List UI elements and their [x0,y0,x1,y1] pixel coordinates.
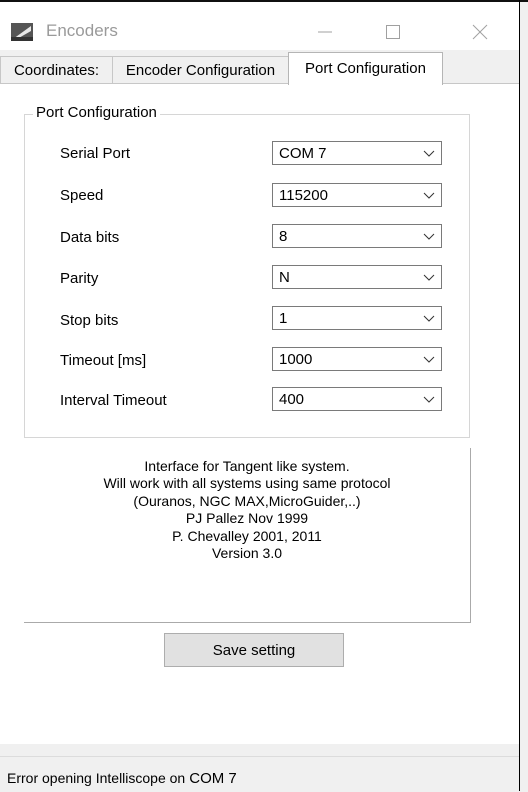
group-title: Port Configuration [33,104,160,121]
info-line: Will work with all systems using same pr… [103,475,391,491]
speed-value: 115200 [279,187,328,204]
tab-coordinates[interactable]: Coordinates: [0,56,113,84]
stop-bits-select[interactable]: 1 [272,306,442,330]
tab-label: Coordinates: [13,62,100,79]
data-bits-value: 8 [279,228,288,245]
parity-label: Parity [60,270,99,287]
status-port: COM 7 [189,770,237,787]
data-bits-select[interactable]: 8 [272,224,442,248]
info-line: Interface for Tangent like system. [144,458,350,474]
chevron-down-icon [423,396,435,403]
parity-select[interactable]: N [272,265,442,289]
title-bar[interactable]: Encoders [0,2,519,50]
interval-timeout-value: 400 [279,391,305,408]
interval-timeout-select[interactable]: 400 [272,387,442,411]
close-button[interactable] [457,12,503,52]
stop-bits-label: Stop bits [60,312,119,329]
chevron-down-icon [423,274,435,281]
serial-port-value: COM 7 [279,145,327,162]
parity-value: N [279,269,290,286]
chevron-down-icon [423,315,435,322]
tab-label: Port Configuration [305,60,426,77]
serial-port-label: Serial Port [60,145,131,162]
tab-encoder-configuration[interactable]: Encoder Configuration [112,56,289,84]
tab-port-configuration[interactable]: Port Configuration [288,52,443,85]
window-title: Encoders [46,21,118,40]
serial-port-select[interactable]: COM 7 [272,141,442,165]
minimize-button[interactable] [302,12,348,52]
maximize-icon [386,25,400,39]
tab-label: Encoder Configuration [125,62,276,79]
close-icon [472,24,488,40]
info-line: P. Chevalley 2001, 2011 [172,528,322,544]
speed-select[interactable]: 115200 [272,183,442,207]
speed-label: Speed [60,187,104,204]
maximize-button[interactable] [370,12,416,52]
chevron-down-icon [423,150,435,157]
minimize-icon [318,31,332,33]
status-message: Error opening Intelliscope on COM 7 [7,770,237,787]
window-right-border [519,0,520,791]
info-line: PJ Pallez Nov 1999 [185,510,309,526]
window-top-border [0,0,528,2]
info-line: (Ouranos, NGC MAX,MicroGuider,..) [133,493,361,509]
encoders-window: Encoders Coordinates: Encoder Configurat… [0,0,520,792]
timeout-label: Timeout [ms] [60,352,147,369]
info-line: Version 3.0 [211,545,283,561]
data-bits-label: Data bits [60,229,120,246]
timeout-select[interactable]: 1000 [272,347,442,371]
chevron-down-icon [423,356,435,363]
save-setting-button[interactable]: Save setting [164,633,344,667]
telescope-app-icon [11,23,33,41]
interval-timeout-label: Interval Timeout [60,392,167,409]
status-text: Error opening Intelliscope on [7,770,186,786]
chevron-down-icon [423,192,435,199]
stop-bits-value: 1 [279,310,288,327]
chevron-down-icon [423,233,435,240]
timeout-value: 1000 [279,351,313,368]
tab-strip: Coordinates: Encoder Configuration Port … [0,52,519,85]
